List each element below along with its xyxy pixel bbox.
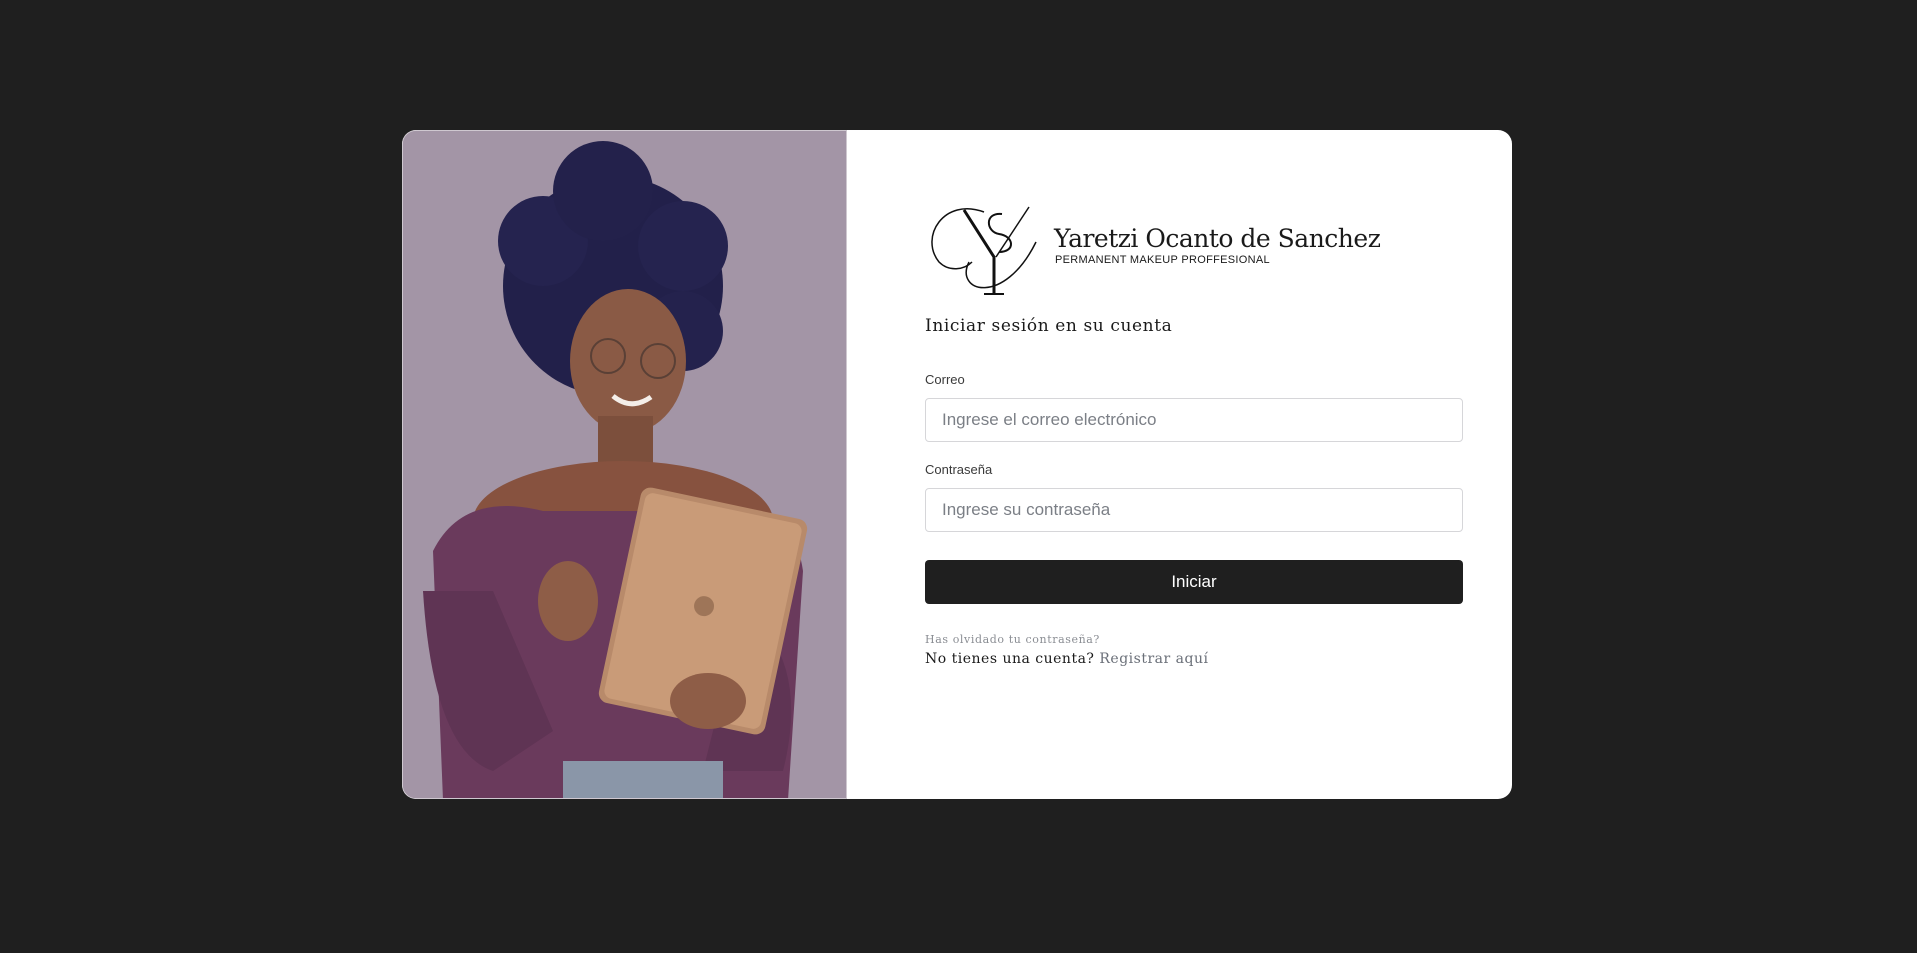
no-account-text: No tienes una cuenta? — [925, 651, 1095, 667]
woman-with-tablet-illustration — [403, 131, 846, 798]
hero-photo — [402, 130, 847, 799]
register-prompt: No tienes una cuenta? Registrar aquí — [925, 651, 1208, 667]
login-card: Yaretzi Ocanto de Sanchez PERMANENT MAKE… — [402, 130, 1512, 799]
password-field[interactable] — [925, 488, 1463, 532]
ys-monogram-icon — [931, 206, 1037, 295]
brand-name: Yaretzi Ocanto de Sanchez — [1054, 224, 1381, 253]
brand-logo: Yaretzi Ocanto de Sanchez PERMANENT MAKE… — [924, 202, 1381, 302]
login-button[interactable]: Iniciar — [925, 560, 1463, 604]
register-link[interactable]: Registrar aquí — [1099, 651, 1208, 667]
email-field[interactable] — [925, 398, 1463, 442]
forgot-password-link[interactable]: Has olvidado tu contraseña? — [925, 633, 1100, 646]
email-label: Correo — [925, 372, 965, 387]
brand-tagline: PERMANENT MAKEUP PROFFESIONAL — [1055, 254, 1270, 266]
login-heading: Iniciar sesión en su cuenta — [925, 316, 1173, 336]
password-label: Contraseña — [925, 462, 993, 477]
